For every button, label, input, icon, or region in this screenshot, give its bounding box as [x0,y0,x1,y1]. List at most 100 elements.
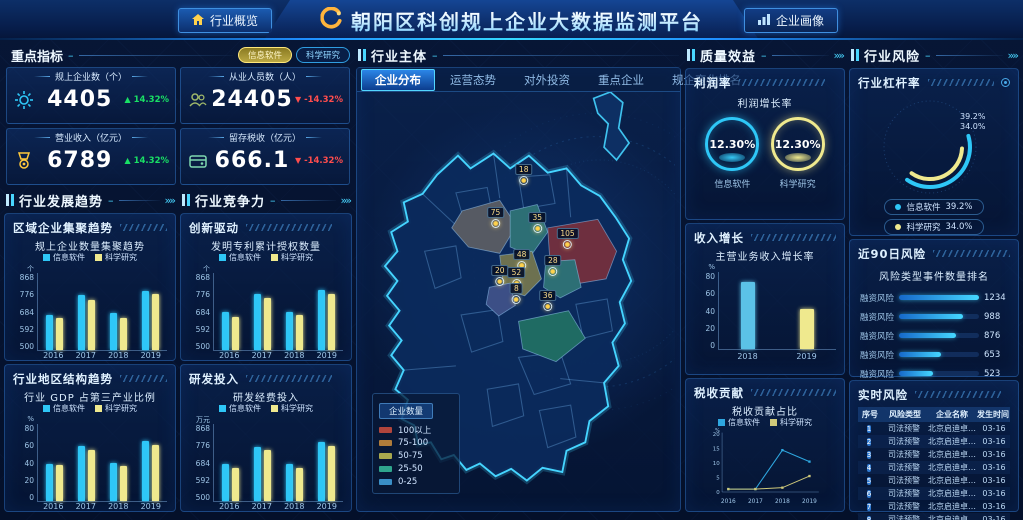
section-title: 行业竞争力 [195,191,265,210]
bar [120,466,127,501]
bar-chart-icon [758,14,770,28]
bar [46,315,53,350]
toggle-info-software[interactable]: 信息软件 [238,47,292,63]
subsection-title: 行业杠杆率 [858,75,921,91]
bar [328,294,335,350]
row-number-badge: 5 [867,477,871,485]
chart-legend: 信息软件科学研究 [189,403,343,414]
tab-bar: 企业分布 运营态势 对外投资 重点企业 规企变化排名 [357,68,680,92]
map-marker[interactable]: 75 [487,207,505,228]
chart-gdp-share: 行业 GDP 占第三产业比例信息软件科学研究%80604020020162017… [13,387,167,506]
hatch-decoration [739,79,825,86]
legend-swatch [379,466,392,472]
chart-legend: 信息软件科学研究 [13,403,167,414]
bar [78,446,85,501]
svg-text:5: 5 [716,475,719,481]
svg-text:39.2%: 39.2% [960,112,986,121]
tab-operation-status[interactable]: 运营态势 [437,70,509,90]
chart-legend: 信息软件科学研究 [694,417,836,428]
district-map: 18753510548282052836 企业数量 100以上 75-100 5… [362,92,675,506]
tab-outbound-investment[interactable]: 对外投资 [511,70,583,90]
hbar-fill [899,352,941,357]
leverage-legend: 信息软件39.2% 科学研究34.0% [858,199,1010,235]
legend-item: 100以上 [379,423,453,436]
chart-title: 主营业务收入增长率 [694,248,836,262]
subsection-title: 区域企业集聚趋势 [13,220,113,236]
top-header: 行业概览 朝阳区科创规上企业大数据监测平台 企业画像 [0,0,1023,40]
subsection-title: 行业地区结构趋势 [13,371,113,387]
subsection-title: 研发投入 [189,371,239,387]
section-marker-icon [687,49,690,61]
map-marker[interactable]: 36 [539,290,557,311]
legend-swatch [379,479,392,485]
expand-arrows-icon[interactable]: »» [834,49,843,62]
bar [232,317,239,350]
tab-key-enterprises[interactable]: 重点企业 [585,70,657,90]
location-pin-icon [563,240,572,249]
section-title: 行业发展趋势 [19,191,103,210]
panel-innovation: 创新驱动 发明专利累计授权数量信息软件科学研究个8687766845925002… [180,213,352,361]
key-indicators-header: 重点指标 – 信息软件 科学研究 [4,45,352,65]
bar-group [142,273,159,350]
marker-count: 18 [515,164,533,175]
industry-trend-column: 行业发展趋势 – »» 区域企业集聚趋势 规上企业数量集聚趋势信息软件科学研究个… [4,190,176,512]
stat-card-employees: 从业人员数（人） 24405 ▼ -14.32% [180,67,350,124]
expand-arrows-icon[interactable]: »» [341,194,350,207]
toggle-science-research[interactable]: 科学研究 [296,47,350,63]
map-legend: 企业数量 100以上 75-100 50-75 25-50 0-25 [372,393,460,494]
info-icon[interactable] [1001,78,1010,87]
bar-group [286,424,303,501]
nav-enterprise-profile[interactable]: 企业画像 [744,8,838,33]
map-marker[interactable]: 28 [544,255,562,276]
wallet-icon [187,152,209,170]
map-marker[interactable]: 8 [510,283,523,304]
map-marker[interactable]: 35 [528,212,546,233]
bar [110,313,117,350]
bar-group [78,424,95,501]
competitiveness-column: 行业竞争力 – »» 创新驱动 发明专利累计授权数量信息软件科学研究个86877… [180,190,352,512]
location-pin-icon [533,224,542,233]
expand-arrows-icon[interactable]: »» [1008,49,1017,62]
chart-enterprise-agglomeration: 规上企业数量集聚趋势信息软件科学研究个868776684592500201620… [13,236,167,355]
table-row: 4司法预警北京启迪卓越科技有限公司03-16 [858,461,1010,474]
chart-title: 规上企业数量集聚趋势 [13,238,167,252]
map-marker[interactable]: 18 [515,164,533,185]
row-number-badge: 7 [867,503,871,511]
quality-header: 质量效益 – »» [685,45,845,65]
medal-icon [13,152,35,170]
map-marker[interactable]: 105 [556,228,578,249]
leverage-donut: 39.2%34.0% [858,93,1010,197]
bar [800,309,814,349]
row-number-badge: 8 [867,516,871,520]
bar [264,450,271,501]
chart-title: 风险类型事件数量排名 [858,268,1010,282]
section-marker-icon [851,49,854,61]
expand-arrows-icon[interactable]: »» [165,194,174,207]
hatch-decoration [928,79,995,86]
key-indicator-cards: 规上企业数（个） 4405 ▲ 14.32% 从业人员数（人） 24405 ▼ … [4,65,352,187]
competitiveness-header: 行业竞争力 – »» [180,190,352,210]
row-number-badge: 3 [867,451,871,459]
hbar-row: 融资风险988 [858,307,1010,326]
stat-card-tax: 留存税收（亿元） 666.1 ▼ -14.32% [180,128,350,185]
bar [296,315,303,350]
tab-enterprise-distribution[interactable]: 企业分布 [361,69,435,91]
hatch-decoration [120,224,167,231]
bar [254,294,261,350]
bar [296,468,303,501]
marker-count: 8 [510,283,523,294]
chart-patents: 发明专利累计授权数量信息软件科学研究个868776684592500201620… [189,236,343,355]
table-row: 3司法预警北京启迪卓越科技有限公司03-16 [858,448,1010,461]
subsection-title: 近90日风险 [858,246,926,262]
nav-industry-overview[interactable]: 行业概览 [178,8,272,33]
bar [88,450,95,501]
panel-income-growth: 收入增长 主营业务收入增长率%80604020020182019 [685,223,845,375]
nav-label: 行业概览 [210,12,258,29]
section-title: 行业风险 [864,46,920,65]
trend-down-icon: ▼ [295,156,301,165]
industry-main-header: 行业主体 – [356,45,681,65]
map-marker[interactable]: 20 [491,265,509,286]
row-number-badge: 2 [867,438,871,446]
gauge-info-software: 12.30% 信息软件 [705,117,759,190]
stat-card-revenue: 营业收入（亿元） 6789 ▲ 14.32% [6,128,176,185]
